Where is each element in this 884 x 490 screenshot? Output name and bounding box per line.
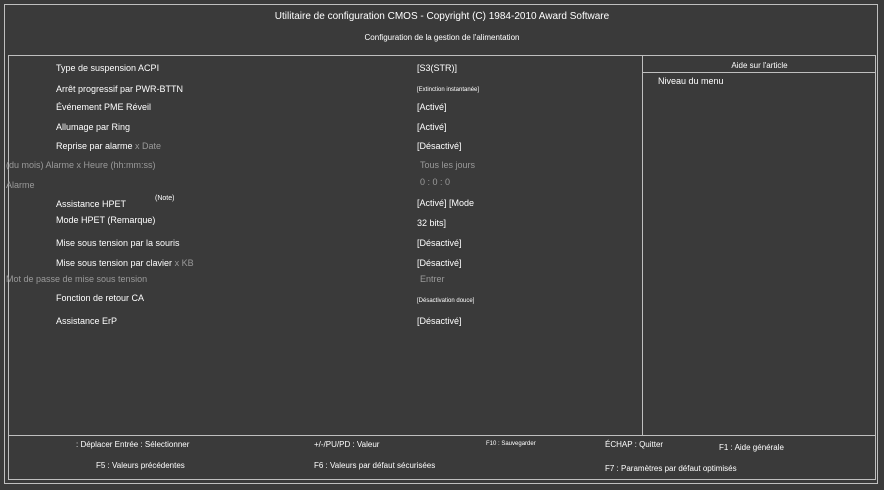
hpet-support-value[interactable]: [Activé] [Mode (417, 198, 474, 208)
erp-support-label[interactable]: Assistance ErP (56, 316, 117, 326)
pwrbttn-label[interactable]: Arrêt progressif par PWR-BTTN (56, 84, 183, 94)
panel-divider (642, 55, 643, 436)
alarm-resume-suffix: x Date (135, 141, 162, 151)
key-previous-values: F5 : Valeurs précédentes (96, 461, 185, 470)
window-title: Utilitaire de configuration CMOS - Copyr… (274, 11, 610, 22)
key-optimized-defaults: F7 : Paramètres par défaut optimisés (605, 464, 737, 473)
hpet-note: (Note) (155, 195, 175, 202)
key-save: F10 : Sauvegarder (486, 441, 536, 447)
alarm-resume-value[interactable]: [Désactivé] (417, 141, 462, 151)
alarm-day-value: Tous les jours (420, 160, 476, 170)
hpet-mode-value[interactable]: 32 bits] (417, 218, 446, 228)
mouse-power-label[interactable]: Mise sous tension par la souris (56, 238, 180, 248)
keyboard-power-suffix: x KB (174, 258, 194, 268)
keyboard-power-text: Mise sous tension par clavier (56, 258, 173, 268)
key-move-select: : Déplacer Entrée : Sélectionner (76, 440, 190, 449)
hpet-support-label[interactable]: Assistance HPET (56, 199, 126, 209)
help-text: Niveau du menu (658, 76, 724, 86)
page-title: Configuration de la gestion de l'aliment… (364, 33, 520, 42)
hpet-mode-label[interactable]: Mode HPET (Remarque) (56, 215, 155, 225)
pme-wake-value[interactable]: [Activé] (417, 102, 447, 112)
pme-wake-label[interactable]: Événement PME Réveil (56, 102, 151, 112)
ring-power-value[interactable]: [Activé] (417, 122, 447, 132)
ac-return-label[interactable]: Fonction de retour CA (56, 293, 144, 303)
key-value: +/-/PU/PD : Valeur (314, 440, 380, 449)
alarm-resume-label[interactable]: Reprise par alarme x Date (56, 141, 161, 151)
power-password-value: Entrer (420, 274, 445, 284)
key-quit: ÉCHAP : Quitter (605, 440, 664, 449)
acpi-suspend-label[interactable]: Type de suspension ACPI (56, 63, 159, 73)
key-fail-safe-defaults: F6 : Valeurs par défaut sécurisées (314, 461, 436, 470)
acpi-suspend-value[interactable]: [S3(STR)] (417, 63, 457, 73)
help-title: Aide sur l'article (731, 61, 788, 70)
alarm-time-value: 0 : 0 : 0 (420, 177, 451, 187)
alarm-day-label: (du mois) Alarme x Heure (hh:mm:ss) (6, 160, 156, 170)
ring-power-label[interactable]: Allumage par Ring (56, 122, 130, 132)
keyboard-power-label[interactable]: Mise sous tension par clavier x KB (56, 258, 194, 268)
ac-return-value[interactable]: [Désactivation douce] (417, 298, 474, 304)
erp-support-value[interactable]: [Désactivé] (417, 316, 462, 326)
mouse-power-value[interactable]: [Désactivé] (417, 238, 462, 248)
pwrbttn-value[interactable]: [Extinction instantanée] (417, 87, 479, 93)
alarm-resume-text: Reprise par alarme (56, 141, 133, 151)
alarm-time-label: Alarme (6, 180, 35, 190)
key-general-help: F1 : Aide générale (719, 443, 784, 452)
keyboard-power-value[interactable]: [Désactivé] (417, 258, 462, 268)
power-password-label: Mot de passe de mise sous tension (6, 274, 148, 284)
help-divider (643, 72, 876, 73)
